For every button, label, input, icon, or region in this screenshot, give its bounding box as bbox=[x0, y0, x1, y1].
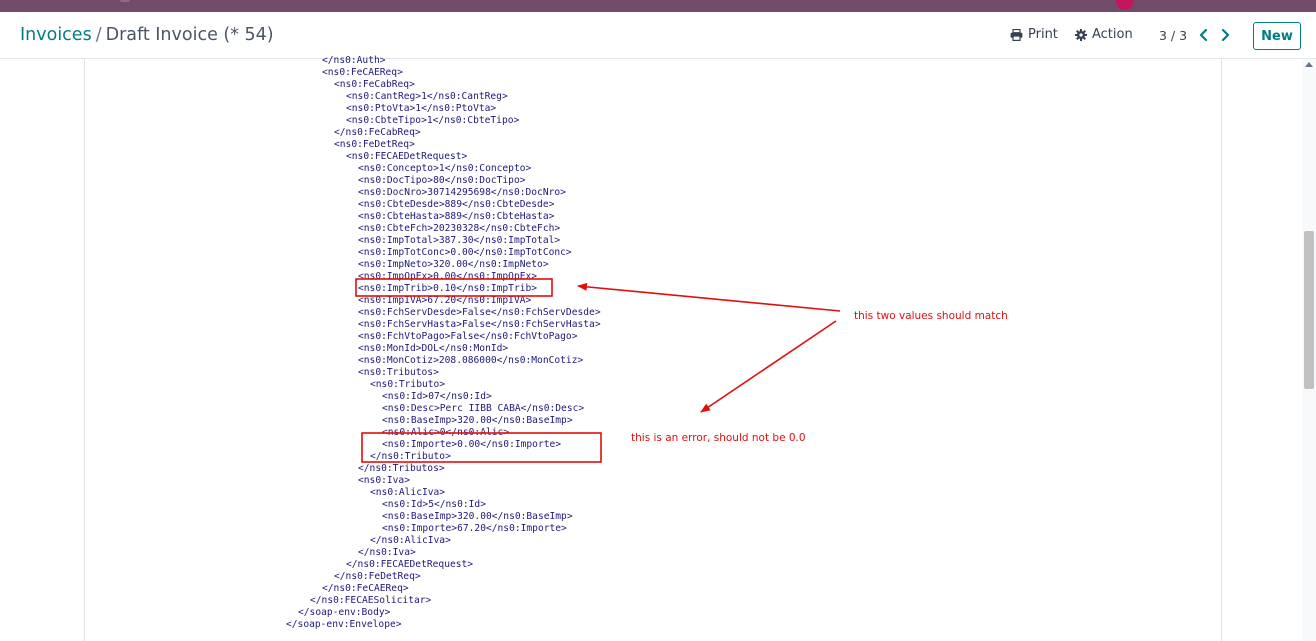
chevron-right-icon[interactable] bbox=[1217, 26, 1233, 44]
xml-line: </ns0:Auth> bbox=[322, 55, 386, 66]
breadcrumb: Invoices / Draft Invoice (* 54) bbox=[20, 25, 274, 45]
action-button-label: Action bbox=[1092, 27, 1133, 42]
xml-line: <ns0:ImpNeto>320.00</ns0:ImpNeto> bbox=[358, 259, 549, 270]
xml-line: <ns0:DocTipo>80</ns0:DocTipo> bbox=[358, 175, 526, 186]
xml-line: <ns0:BaseImp>320.00</ns0:BaseImp> bbox=[382, 415, 573, 426]
xml-line: <ns0:FchServDesde>False</ns0:FchServDesd… bbox=[358, 307, 601, 318]
gear-icon bbox=[1075, 28, 1087, 41]
xml-line: <ns0:FeCAEReq> bbox=[322, 67, 403, 78]
xml-line: </ns0:Tributos> bbox=[358, 463, 445, 474]
xml-line: <ns0:CbteFch>20230328</ns0:CbteFch> bbox=[358, 223, 561, 234]
annotation-note-match: this two values should match bbox=[854, 310, 1008, 322]
top-navbar bbox=[0, 0, 1316, 12]
form-sheet bbox=[84, 59, 1222, 641]
xml-line: <ns0:CbteTipo>1</ns0:CbteTipo> bbox=[346, 115, 520, 126]
xml-line: <ns0:BaseImp>320.00</ns0:BaseImp> bbox=[382, 511, 573, 522]
xml-line: <ns0:Importe>0.00</ns0:Importe> bbox=[382, 439, 562, 450]
xml-line: </ns0:Iva> bbox=[358, 547, 416, 558]
xml-line: <ns0:Alic>0</ns0:Alic> bbox=[382, 427, 510, 438]
xml-line: <ns0:Tributo> bbox=[370, 379, 446, 390]
xml-line: <ns0:ImpTotal>387.30</ns0:ImpTotal> bbox=[358, 235, 561, 246]
annotation-note-error: this is an error, should not be 0.0 bbox=[631, 432, 806, 444]
xml-line: <ns0:Id>5</ns0:Id> bbox=[382, 499, 486, 510]
xml-line: <ns0:FeDetReq> bbox=[334, 139, 415, 150]
xml-line: </soap-env:Body> bbox=[298, 607, 391, 618]
xml-line: <ns0:FchServHasta>False</ns0:FchServHast… bbox=[358, 319, 601, 330]
xml-line: <ns0:Tributos> bbox=[358, 367, 439, 378]
xml-line: <ns0:MonId>DOL</ns0:MonId> bbox=[358, 343, 509, 354]
action-button[interactable]: Action bbox=[1075, 27, 1133, 42]
pager-value[interactable]: 3 / 3 bbox=[1159, 28, 1187, 43]
xml-line: <ns0:CbteDesde>889</ns0:CbteDesde> bbox=[358, 199, 555, 210]
navbar-menu-fragment[interactable] bbox=[120, 0, 130, 2]
xml-line: </ns0:FeCabReq> bbox=[334, 127, 421, 138]
xml-line: <ns0:ImpIVA>67.20</ns0:ImpIVA> bbox=[358, 295, 532, 306]
xml-line: </soap-env:Envelope> bbox=[286, 619, 402, 630]
vertical-scrollbar[interactable] bbox=[1302, 59, 1316, 641]
xml-line: <ns0:Iva> bbox=[358, 475, 410, 486]
xml-line: <ns0:ImpOpEx>0.00</ns0:ImpOpEx> bbox=[358, 271, 538, 282]
xml-line: <ns0:AlicIva> bbox=[370, 487, 446, 498]
xml-line: <ns0:MonCotiz>208.086000</ns0:MonCotiz> bbox=[358, 355, 584, 366]
breadcrumb-current-record: Draft Invoice (* 54) bbox=[105, 25, 274, 45]
xml-line: <ns0:Concepto>1</ns0:Concepto> bbox=[358, 163, 532, 174]
scroll-up-arrow-icon[interactable] bbox=[1305, 62, 1313, 67]
xml-line: <ns0:CbteHasta>889</ns0:CbteHasta> bbox=[358, 211, 555, 222]
xml-line: <ns0:Id>07</ns0:Id> bbox=[382, 391, 492, 402]
xml-line: <ns0:ImpTotConc>0.00</ns0:ImpTotConc> bbox=[358, 247, 572, 258]
xml-line: <ns0:ImpTrib>0.10</ns0:ImpTrib> bbox=[358, 283, 538, 294]
xml-line: <ns0:PtoVta>1</ns0:PtoVta> bbox=[346, 103, 497, 114]
xml-line: </ns0:FECAEDetRequest> bbox=[346, 559, 474, 570]
control-panel: Invoices / Draft Invoice (* 54) Print Acti… bbox=[0, 12, 1316, 59]
xml-line: </ns0:FECAESolicitar> bbox=[310, 595, 432, 606]
xml-line: </ns0:AlicIva> bbox=[370, 535, 451, 546]
chevron-left-icon[interactable] bbox=[1196, 26, 1212, 44]
breadcrumb-separator: / bbox=[95, 25, 102, 45]
xml-line: <ns0:Desc>Perc IIBB CABA</ns0:Desc> bbox=[382, 403, 585, 414]
user-avatar[interactable] bbox=[1116, 0, 1134, 10]
breadcrumb-invoices-link[interactable]: Invoices bbox=[20, 25, 92, 45]
xml-line: <ns0:Importe>67.20</ns0:Importe> bbox=[382, 523, 567, 534]
xml-line: <ns0:FeCabReq> bbox=[334, 79, 415, 90]
xml-line: <ns0:FECAEDetRequest> bbox=[346, 151, 468, 162]
xml-line: </ns0:FeCAEReq> bbox=[322, 583, 409, 594]
print-button-label: Print bbox=[1028, 27, 1058, 42]
xml-line: <ns0:DocNro>30714295698</ns0:DocNro> bbox=[358, 187, 566, 198]
scroll-thumb[interactable] bbox=[1304, 231, 1314, 389]
xml-line: <ns0:FchVtoPago>False</ns0:FchVtoPago> bbox=[358, 331, 578, 342]
print-button[interactable]: Print bbox=[1010, 27, 1058, 42]
printer-icon bbox=[1010, 28, 1023, 41]
xml-line: </ns0:Tributo> bbox=[370, 451, 451, 462]
xml-line: </ns0:FeDetReq> bbox=[334, 571, 421, 582]
new-button[interactable]: New bbox=[1253, 22, 1301, 50]
xml-line: <ns0:CantReg>1</ns0:CantReg> bbox=[346, 91, 508, 102]
